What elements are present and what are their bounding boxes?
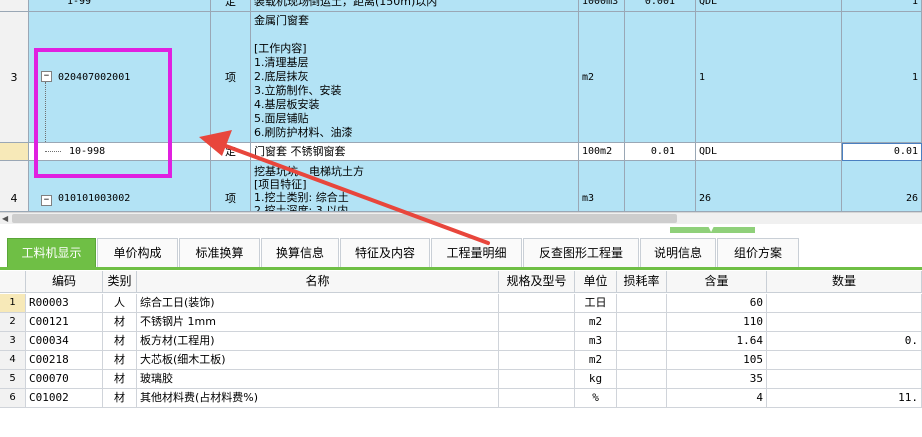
annotation-arrow xyxy=(199,130,490,245)
